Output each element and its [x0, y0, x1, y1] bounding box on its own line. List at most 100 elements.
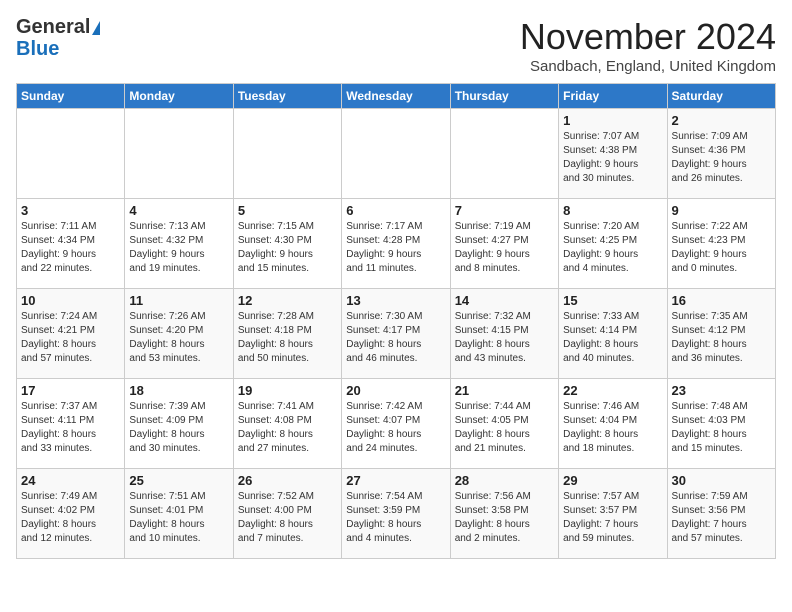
calendar-header-cell: Friday: [559, 84, 667, 109]
day-number: 22: [563, 383, 662, 398]
day-info: Sunrise: 7:09 AM Sunset: 4:36 PM Dayligh…: [672, 130, 771, 186]
calendar-day-cell: 14 Sunrise: 7:32 AM Sunset: 4:15 PM Dayli…: [450, 289, 558, 379]
calendar-day-cell: 25Sunrise: 7:51 AM Sunset: 4:01 PM Dayli…: [125, 469, 233, 559]
day-info: Sunrise: 7:41 AM Sunset: 4:08 PM Dayligh…: [238, 400, 337, 456]
calendar-header-cell: Thursday: [450, 84, 558, 109]
calendar-day-cell: 7Sunrise: 7:19 AM Sunset: 4:27 PM Daylig…: [450, 199, 558, 289]
calendar-week-row: 17 Sunrise: 7:37 AM Sunset: 4:11 PM Dayli…: [17, 379, 776, 469]
day-info: Sunrise: 7:42 AM Sunset: 4:07 PM Dayligh…: [346, 400, 445, 456]
calendar-day-cell: 5Sunrise: 7:15 AM Sunset: 4:30 PM Daylig…: [233, 199, 341, 289]
calendar-header-cell: Wednesday: [342, 84, 450, 109]
calendar-day-cell: 30 Sunrise: 7:59 AM Sunset: 3:56 PM Dayli…: [667, 469, 775, 559]
calendar-day-cell: 23 Sunrise: 7:48 AM Sunset: 4:03 PM Dayli…: [667, 379, 775, 469]
day-number: 16: [672, 293, 771, 308]
day-info: Sunrise: 7:39 AM Sunset: 4:09 PM Dayligh…: [129, 400, 228, 456]
day-number: 10: [21, 293, 120, 308]
calendar-day-cell: 2Sunrise: 7:09 AM Sunset: 4:36 PM Daylig…: [667, 109, 775, 199]
calendar-body: 1 Sunrise: 7:07 AM Sunset: 4:38 PM Daylig…: [17, 109, 776, 559]
day-number: 12: [238, 293, 337, 308]
calendar-day-cell: 29 Sunrise: 7:57 AM Sunset: 3:57 PM Dayli…: [559, 469, 667, 559]
logo-general: General: [16, 16, 100, 38]
day-number: 30: [672, 473, 771, 488]
day-number: 6: [346, 203, 445, 218]
calendar-day-cell: 21 Sunrise: 7:44 AM Sunset: 4:05 PM Dayli…: [450, 379, 558, 469]
calendar-day-cell: 20 Sunrise: 7:42 AM Sunset: 4:07 PM Dayli…: [342, 379, 450, 469]
calendar-week-row: 3 Sunrise: 7:11 AM Sunset: 4:34 PM Daylig…: [17, 199, 776, 289]
day-info: Sunrise: 7:20 AM Sunset: 4:25 PM Dayligh…: [563, 220, 662, 276]
calendar-day-cell: 1 Sunrise: 7:07 AM Sunset: 4:38 PM Daylig…: [559, 109, 667, 199]
day-info: Sunrise: 7:07 AM Sunset: 4:38 PM Dayligh…: [563, 130, 662, 186]
calendar-day-cell: 6Sunrise: 7:17 AM Sunset: 4:28 PM Daylig…: [342, 199, 450, 289]
logo: General Blue: [16, 16, 100, 60]
calendar-day-cell: 8 Sunrise: 7:20 AM Sunset: 4:25 PM Daylig…: [559, 199, 667, 289]
day-info: Sunrise: 7:37 AM Sunset: 4:11 PM Dayligh…: [21, 400, 120, 456]
calendar-week-row: 10 Sunrise: 7:24 AM Sunset: 4:21 PM Dayli…: [17, 289, 776, 379]
calendar-week-row: 1 Sunrise: 7:07 AM Sunset: 4:38 PM Daylig…: [17, 109, 776, 199]
day-info: Sunrise: 7:26 AM Sunset: 4:20 PM Dayligh…: [129, 310, 228, 366]
calendar-day-cell: 28Sunrise: 7:56 AM Sunset: 3:58 PM Dayli…: [450, 469, 558, 559]
day-number: 18: [129, 383, 228, 398]
day-info: Sunrise: 7:22 AM Sunset: 4:23 PM Dayligh…: [672, 220, 771, 276]
calendar-day-cell: 22Sunrise: 7:46 AM Sunset: 4:04 PM Dayli…: [559, 379, 667, 469]
day-info: Sunrise: 7:33 AM Sunset: 4:14 PM Dayligh…: [563, 310, 662, 366]
calendar-day-cell: [450, 109, 558, 199]
day-info: Sunrise: 7:48 AM Sunset: 4:03 PM Dayligh…: [672, 400, 771, 456]
day-number: 15: [563, 293, 662, 308]
calendar-day-cell: 17 Sunrise: 7:37 AM Sunset: 4:11 PM Dayli…: [17, 379, 125, 469]
day-info: Sunrise: 7:44 AM Sunset: 4:05 PM Dayligh…: [455, 400, 554, 456]
day-info: Sunrise: 7:57 AM Sunset: 3:57 PM Dayligh…: [563, 490, 662, 546]
calendar-header-cell: Saturday: [667, 84, 775, 109]
day-info: Sunrise: 7:59 AM Sunset: 3:56 PM Dayligh…: [672, 490, 771, 546]
calendar-day-cell: 3 Sunrise: 7:11 AM Sunset: 4:34 PM Daylig…: [17, 199, 125, 289]
day-number: 5: [238, 203, 337, 218]
day-number: 9: [672, 203, 771, 218]
calendar-day-cell: [125, 109, 233, 199]
calendar-day-cell: 19 Sunrise: 7:41 AM Sunset: 4:08 PM Dayli…: [233, 379, 341, 469]
calendar-header-cell: Tuesday: [233, 84, 341, 109]
calendar-day-cell: [17, 109, 125, 199]
day-number: 26: [238, 473, 337, 488]
calendar-day-cell: 24 Sunrise: 7:49 AM Sunset: 4:02 PM Dayli…: [17, 469, 125, 559]
calendar-day-cell: 16 Sunrise: 7:35 AM Sunset: 4:12 PM Dayli…: [667, 289, 775, 379]
page-header: General Blue November 2024 Sandbach, Eng…: [16, 16, 776, 75]
calendar-day-cell: 11 Sunrise: 7:26 AM Sunset: 4:20 PM Dayli…: [125, 289, 233, 379]
day-number: 21: [455, 383, 554, 398]
calendar-day-cell: [342, 109, 450, 199]
day-number: 8: [563, 203, 662, 218]
day-info: Sunrise: 7:54 AM Sunset: 3:59 PM Dayligh…: [346, 490, 445, 546]
day-info: Sunrise: 7:32 AM Sunset: 4:15 PM Dayligh…: [455, 310, 554, 366]
day-info: Sunrise: 7:11 AM Sunset: 4:34 PM Dayligh…: [21, 220, 120, 276]
calendar-day-cell: 12Sunrise: 7:28 AM Sunset: 4:18 PM Dayli…: [233, 289, 341, 379]
day-info: Sunrise: 7:51 AM Sunset: 4:01 PM Dayligh…: [129, 490, 228, 546]
day-number: 17: [21, 383, 120, 398]
day-number: 27: [346, 473, 445, 488]
day-info: Sunrise: 7:19 AM Sunset: 4:27 PM Dayligh…: [455, 220, 554, 276]
day-number: 3: [21, 203, 120, 218]
calendar-day-cell: 4 Sunrise: 7:13 AM Sunset: 4:32 PM Daylig…: [125, 199, 233, 289]
logo-blue: Blue: [16, 38, 59, 60]
day-info: Sunrise: 7:35 AM Sunset: 4:12 PM Dayligh…: [672, 310, 771, 366]
day-info: Sunrise: 7:13 AM Sunset: 4:32 PM Dayligh…: [129, 220, 228, 276]
day-number: 24: [21, 473, 120, 488]
day-number: 29: [563, 473, 662, 488]
calendar-day-cell: 15 Sunrise: 7:33 AM Sunset: 4:14 PM Dayli…: [559, 289, 667, 379]
calendar-day-cell: 26Sunrise: 7:52 AM Sunset: 4:00 PM Dayli…: [233, 469, 341, 559]
title-area: November 2024 Sandbach, England, United …: [520, 16, 776, 75]
calendar-day-cell: 27 Sunrise: 7:54 AM Sunset: 3:59 PM Dayli…: [342, 469, 450, 559]
calendar-week-row: 24 Sunrise: 7:49 AM Sunset: 4:02 PM Dayli…: [17, 469, 776, 559]
day-number: 13: [346, 293, 445, 308]
day-info: Sunrise: 7:56 AM Sunset: 3:58 PM Dayligh…: [455, 490, 554, 546]
day-number: 19: [238, 383, 337, 398]
day-number: 23: [672, 383, 771, 398]
day-number: 11: [129, 293, 228, 308]
day-number: 20: [346, 383, 445, 398]
day-number: 4: [129, 203, 228, 218]
day-info: Sunrise: 7:49 AM Sunset: 4:02 PM Dayligh…: [21, 490, 120, 546]
day-number: 1: [563, 113, 662, 128]
day-number: 14: [455, 293, 554, 308]
location: Sandbach, England, United Kingdom: [520, 58, 776, 75]
month-title: November 2024: [520, 16, 776, 58]
calendar-day-cell: 13Sunrise: 7:30 AM Sunset: 4:17 PM Dayli…: [342, 289, 450, 379]
day-info: Sunrise: 7:24 AM Sunset: 4:21 PM Dayligh…: [21, 310, 120, 366]
calendar-day-cell: 9 Sunrise: 7:22 AM Sunset: 4:23 PM Daylig…: [667, 199, 775, 289]
